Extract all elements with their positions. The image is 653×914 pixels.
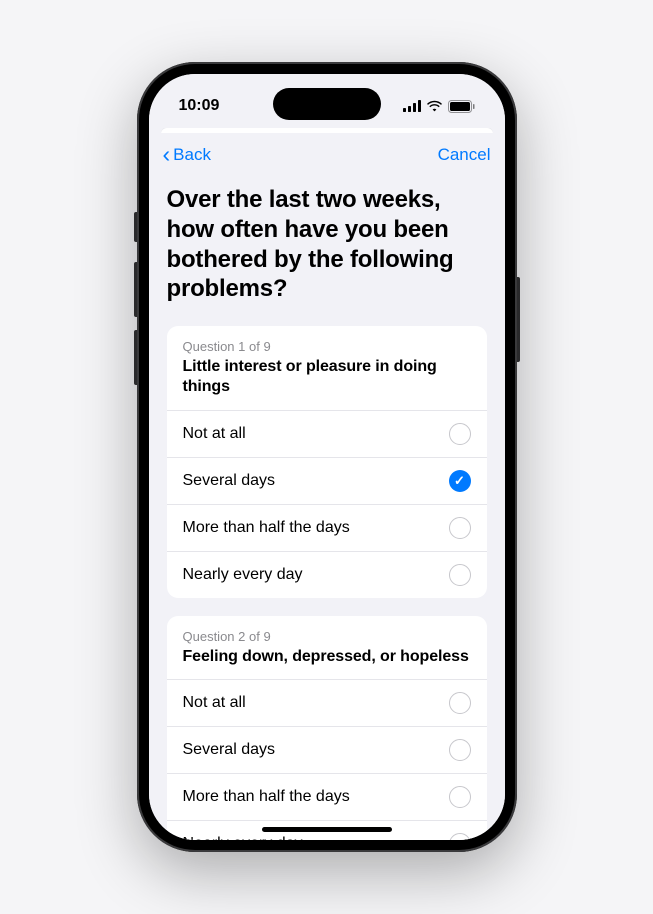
home-indicator[interactable] xyxy=(262,827,392,832)
question-counter: Question 2 of 9 xyxy=(183,629,471,644)
question-title: Feeling down, depressed, or hopeless xyxy=(183,647,471,667)
dynamic-island xyxy=(273,88,381,120)
option-label: Several days xyxy=(183,741,276,759)
page-headline: Over the last two weeks, how often have … xyxy=(167,185,487,304)
question-title: Little interest or pleasure in doing thi… xyxy=(183,357,471,398)
option-row[interactable]: Not at all xyxy=(167,679,487,726)
radio-unselected-icon xyxy=(449,692,471,714)
phone-silent-switch xyxy=(134,212,137,242)
content-scroll[interactable]: Over the last two weeks, how often have … xyxy=(149,177,505,840)
back-label: Back xyxy=(173,145,211,165)
cellular-signal-icon xyxy=(403,100,421,112)
radio-unselected-icon xyxy=(449,517,471,539)
question-card: Question 1 of 9 Little interest or pleas… xyxy=(167,326,487,598)
option-label: Nearly every day xyxy=(183,566,303,584)
option-label: Not at all xyxy=(183,694,246,712)
phone-power-button xyxy=(517,277,520,362)
option-label: More than half the days xyxy=(183,519,350,537)
question-counter: Question 1 of 9 xyxy=(183,339,471,354)
chevron-left-icon: ‹ xyxy=(163,143,171,166)
cancel-button[interactable]: Cancel xyxy=(438,145,491,165)
modal-sheet: ‹ Back Cancel Over the last two weeks, h… xyxy=(149,133,505,840)
option-label: Not at all xyxy=(183,425,246,443)
question-header: Question 1 of 9 Little interest or pleas… xyxy=(167,326,487,410)
option-label: Nearly every day xyxy=(183,835,303,840)
status-icons xyxy=(403,90,475,113)
radio-unselected-icon xyxy=(449,564,471,586)
radio-unselected-icon xyxy=(449,739,471,761)
option-row[interactable]: More than half the days xyxy=(167,773,487,820)
option-row[interactable]: Several days xyxy=(167,726,487,773)
radio-selected-icon: ✓ xyxy=(449,470,471,492)
screen: 10:09 ‹ Back Cancel xyxy=(149,74,505,840)
nav-bar: ‹ Back Cancel xyxy=(149,133,505,177)
question-header: Question 2 of 9 Feeling down, depressed,… xyxy=(167,616,487,679)
back-button[interactable]: ‹ Back xyxy=(163,145,211,166)
radio-unselected-icon xyxy=(449,786,471,808)
option-row[interactable]: Several days ✓ xyxy=(167,457,487,504)
option-row[interactable]: Nearly every day xyxy=(167,551,487,598)
wifi-icon xyxy=(426,100,443,112)
checkmark-icon: ✓ xyxy=(454,473,465,489)
option-label: Several days xyxy=(183,472,276,490)
option-row[interactable]: Not at all xyxy=(167,410,487,457)
radio-unselected-icon xyxy=(449,423,471,445)
phone-volume-down xyxy=(134,330,137,385)
phone-volume-up xyxy=(134,262,137,317)
option-row[interactable]: More than half the days xyxy=(167,504,487,551)
question-card: Question 2 of 9 Feeling down, depressed,… xyxy=(167,616,487,840)
phone-frame: 10:09 ‹ Back Cancel xyxy=(137,62,517,852)
radio-unselected-icon xyxy=(449,833,471,840)
status-time: 10:09 xyxy=(179,87,220,115)
option-label: More than half the days xyxy=(183,788,350,806)
battery-icon xyxy=(448,100,475,113)
